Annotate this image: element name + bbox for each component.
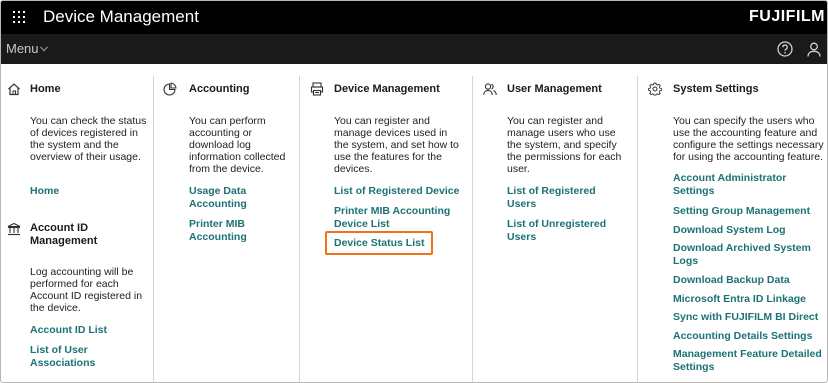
- link-account-administrator-settings[interactable]: Account Administrator Settings: [673, 172, 813, 198]
- top-bar: Device Management FUJIFILM: [1, 1, 827, 34]
- link-printer-mib-accounting[interactable]: Printer MIB Accounting: [189, 218, 289, 244]
- printer-icon: [310, 82, 324, 96]
- app-title: Device Management: [43, 7, 199, 26]
- heading-account-id: Account ID Management: [30, 222, 98, 247]
- user-icon[interactable]: [807, 42, 821, 57]
- link-printer-mib-accounting-device-list[interactable]: Printer MIB Accounting Device List: [334, 205, 464, 231]
- menu-button[interactable]: Menu: [6, 41, 39, 56]
- link-account-id-list[interactable]: Account ID List: [30, 324, 107, 337]
- link-download-system-log[interactable]: Download System Log: [673, 224, 786, 237]
- link-management-feature-detailed-settings[interactable]: Management Feature Detailed Settings: [673, 348, 825, 374]
- description-home: You can check the status of devices regi…: [30, 115, 147, 163]
- brand-logo: FUJIFILM: [749, 8, 825, 25]
- column-accounting: Accounting You can perform accounting or…: [154, 64, 299, 382]
- column-user-management: User Management You can register and man…: [473, 64, 637, 382]
- grid-icon[interactable]: [12, 10, 26, 24]
- link-list-of-registered-users[interactable]: List of Registered Users: [507, 185, 617, 211]
- link-list-of-user-associations[interactable]: List of User Associations: [30, 344, 140, 370]
- menu-panel: Home You can check the status of devices…: [1, 64, 827, 382]
- home-icon: [8, 83, 20, 96]
- chevron-down-icon[interactable]: [40, 46, 48, 52]
- column-system-settings: System Settings You can specify the user…: [638, 64, 827, 382]
- link-download-backup-data[interactable]: Download Backup Data: [673, 274, 790, 287]
- description-device-management: You can register and manage devices used…: [334, 115, 459, 175]
- users-icon: [483, 83, 497, 96]
- description-account-id: Log accounting will be performed for eac…: [30, 266, 143, 314]
- help-icon[interactable]: [777, 41, 793, 57]
- link-home[interactable]: Home: [30, 185, 59, 198]
- menu-bar: Menu: [1, 34, 827, 64]
- column-home: Home You can check the status of devices…: [1, 64, 153, 382]
- description-accounting: You can perform accounting or download l…: [189, 115, 286, 175]
- link-sync-with-fujifilm-bi-direct[interactable]: Sync with FUJIFILM BI Direct: [673, 311, 818, 324]
- link-usage-data-accounting[interactable]: Usage Data Accounting: [189, 185, 289, 211]
- link-download-archived-system-logs[interactable]: Download Archived System Logs: [673, 242, 823, 268]
- link-list-of-unregistered-users[interactable]: List of Unregistered Users: [507, 218, 622, 244]
- description-user-management: You can register and manage users who us…: [507, 115, 622, 175]
- heading-accounting: Accounting: [189, 83, 250, 95]
- pie-chart-icon: [163, 82, 177, 96]
- link-accounting-details-settings[interactable]: Accounting Details Settings: [673, 330, 812, 343]
- highlight-box: [325, 231, 433, 255]
- heading-user-management: User Management: [507, 83, 602, 95]
- gear-icon: [648, 82, 662, 96]
- link-list-of-registered-device[interactable]: List of Registered Device: [334, 185, 459, 198]
- description-system-settings: You can specify the users who use the ac…: [673, 115, 824, 163]
- heading-home: Home: [30, 83, 61, 95]
- app-window: Device Management FUJIFILM Menu Home You…: [0, 0, 828, 383]
- bank-icon: [7, 222, 21, 236]
- heading-device-management: Device Management: [334, 83, 440, 95]
- link-microsoft-entra-id-linkage[interactable]: Microsoft Entra ID Linkage: [673, 293, 806, 306]
- heading-system-settings: System Settings: [673, 83, 759, 95]
- column-device-management: Device Management You can register and m…: [300, 64, 472, 382]
- link-setting-group-management[interactable]: Setting Group Management: [673, 205, 810, 218]
